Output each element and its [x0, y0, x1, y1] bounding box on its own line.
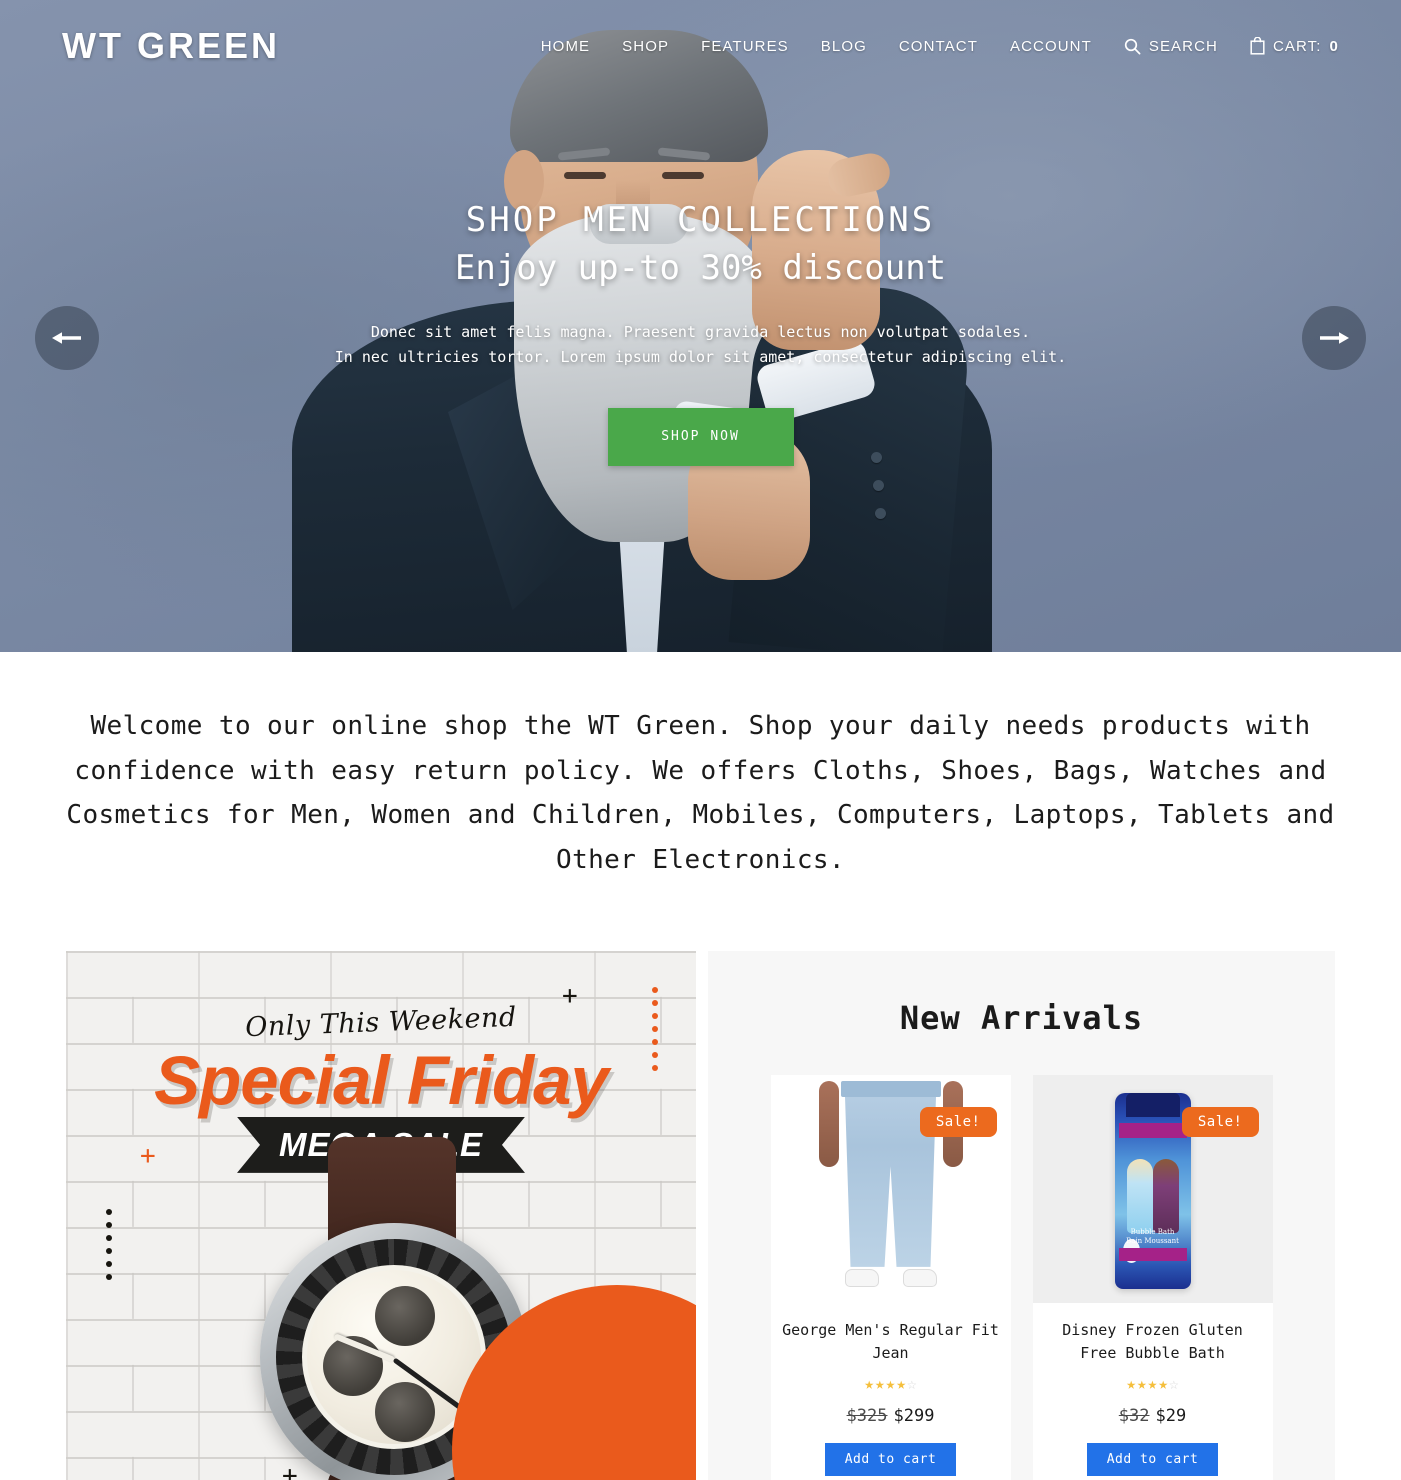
- hero-description: Donec sit amet felis magna. Praesent gra…: [0, 320, 1401, 370]
- shoe-left: [844, 1268, 879, 1287]
- jeans-waistband: [840, 1080, 941, 1097]
- new-arrivals-section: New Arrivals Sale! George Men's Regular …: [708, 950, 1335, 1480]
- shoe-right: [902, 1268, 937, 1287]
- carousel-prev-button[interactable]: [35, 306, 99, 370]
- product-card[interactable]: Bubble Bath Bain Moussant Sale! Disney F…: [1032, 1074, 1273, 1480]
- search-button[interactable]: SEARCH: [1124, 38, 1218, 55]
- watch-subdial-bottom: [375, 1381, 435, 1442]
- product-old-price: $32: [1118, 1406, 1150, 1427]
- bottle-text-line-1: Bubble Bath: [1130, 1228, 1175, 1236]
- product-grid: Sale! George Men's Regular Fit Jean ★ ★ …: [742, 1074, 1301, 1480]
- product-rating: ★ ★ ★ ★ ☆: [1126, 1376, 1178, 1392]
- hero-subtitle: Enjoy up-to 30% discount: [454, 247, 947, 288]
- anna-character: [1152, 1158, 1179, 1233]
- star-filled: ★: [1158, 1374, 1168, 1394]
- site-header: WT GREEN HOME SHOP FEATURES BLOG CONTACT…: [0, 0, 1401, 92]
- plus-decor-2: +: [140, 1140, 156, 1171]
- new-arrivals-title: New Arrivals: [899, 998, 1144, 1037]
- shopping-bag-icon: [1250, 37, 1265, 55]
- bottle: Bubble Bath Bain Moussant: [1114, 1092, 1191, 1289]
- product-rating: ★ ★ ★ ★ ☆: [864, 1376, 916, 1392]
- nav-item-contact[interactable]: CONTACT: [899, 38, 978, 55]
- model-eye-left: [564, 172, 606, 179]
- dots-decor-dark: [106, 1208, 112, 1280]
- hero-copy: SHOP MEN COLLECTIONS Enjoy up-to 30% dis…: [0, 198, 1401, 466]
- hero-description-line-1: Donec sit amet felis magna. Praesent gra…: [370, 323, 1031, 342]
- product-current-price: $29: [1155, 1406, 1187, 1427]
- site-logo[interactable]: WT GREEN: [62, 25, 280, 67]
- product-title: Disney Frozen Gluten Free Bubble Bath: [1062, 1320, 1243, 1363]
- bottle-label-text: Bubble Bath Bain Moussant: [1115, 1228, 1191, 1247]
- product-card[interactable]: Sale! George Men's Regular Fit Jean ★ ★ …: [770, 1074, 1011, 1480]
- model-arm-left: [818, 1080, 839, 1167]
- bottle-label-band-top: [1118, 1122, 1187, 1138]
- bottle-label-band-bottom: [1118, 1247, 1187, 1261]
- welcome-section: Welcome to our online shop the WT Green.…: [0, 652, 1401, 883]
- shop-now-button[interactable]: SHOP NOW: [607, 407, 794, 466]
- promo-banner[interactable]: + + + + Only This Weekend Special Friday…: [66, 950, 696, 1480]
- dot: [652, 986, 658, 993]
- search-label: SEARCH: [1148, 37, 1218, 55]
- star-filled: ★: [1137, 1374, 1147, 1394]
- search-icon: [1124, 38, 1141, 54]
- arrow-right-icon: [1320, 332, 1349, 344]
- cart-count: 0: [1329, 37, 1339, 55]
- bottle-cap: [1125, 1092, 1180, 1117]
- suit-button-2: [873, 480, 884, 491]
- product-price-group: $325 $299: [847, 1406, 935, 1426]
- cart-button[interactable]: CART: 0: [1250, 37, 1339, 55]
- star-empty: ☆: [906, 1374, 917, 1394]
- nav-item-features[interactable]: FEATURES: [701, 38, 789, 55]
- dot: [106, 1234, 112, 1241]
- elsa-character: [1126, 1158, 1153, 1233]
- product-image: Sale!: [770, 1074, 1011, 1303]
- welcome-text: Welcome to our online shop the WT Green.…: [66, 711, 1335, 876]
- hero-banner: WT GREEN HOME SHOP FEATURES BLOG CONTACT…: [0, 0, 1401, 652]
- nav-item-shop[interactable]: SHOP: [622, 38, 669, 55]
- dot: [106, 1247, 112, 1254]
- product-price-group: $32 $29: [1119, 1406, 1186, 1426]
- main-navigation: HOME SHOP FEATURES BLOG CONTACT ACCOUNT …: [541, 37, 1339, 55]
- star-filled: ★: [896, 1374, 906, 1394]
- carousel-next-button[interactable]: [1302, 306, 1366, 370]
- hero-title: SHOP MEN COLLECTIONS: [465, 200, 936, 240]
- star-filled: ★: [864, 1374, 875, 1394]
- dot: [106, 1221, 112, 1228]
- product-image: Bubble Bath Bain Moussant Sale!: [1032, 1074, 1273, 1303]
- sale-badge: Sale!: [919, 1106, 997, 1137]
- nav-item-account[interactable]: ACCOUNT: [1010, 38, 1092, 55]
- watch-subdial-top: [375, 1285, 435, 1346]
- star-empty: ☆: [1168, 1374, 1179, 1394]
- dot: [106, 1273, 112, 1280]
- nav-item-blog[interactable]: BLOG: [821, 38, 867, 55]
- star-filled: ★: [875, 1374, 885, 1394]
- product-current-price: $299: [893, 1406, 935, 1427]
- nav-item-home[interactable]: HOME: [541, 38, 590, 55]
- bottle-text-line-2: Bain Moussant: [1126, 1237, 1179, 1246]
- sale-badge: Sale!: [1181, 1106, 1259, 1137]
- star-filled: ★: [1147, 1374, 1158, 1394]
- cart-label: CART:: [1272, 37, 1322, 55]
- lower-content: + + + + Only This Weekend Special Friday…: [0, 883, 1401, 1480]
- product-old-price: $325: [846, 1406, 888, 1427]
- star-filled: ★: [885, 1374, 896, 1394]
- product-title: George Men's Regular Fit Jean: [782, 1320, 999, 1363]
- dot: [106, 1260, 112, 1267]
- dot: [106, 1208, 112, 1215]
- arrow-left-icon: [52, 332, 81, 344]
- star-filled: ★: [1126, 1374, 1137, 1394]
- add-to-cart-button[interactable]: Add to cart: [824, 1443, 957, 1477]
- hero-description-line-2: In nec ultricies tortor. Lorem ipsum dol…: [334, 347, 1067, 366]
- suit-button-3: [875, 508, 886, 519]
- add-to-cart-button[interactable]: Add to cart: [1086, 1443, 1219, 1477]
- promo-headline: Special Friday: [154, 1041, 609, 1119]
- model-eye-right: [662, 172, 704, 179]
